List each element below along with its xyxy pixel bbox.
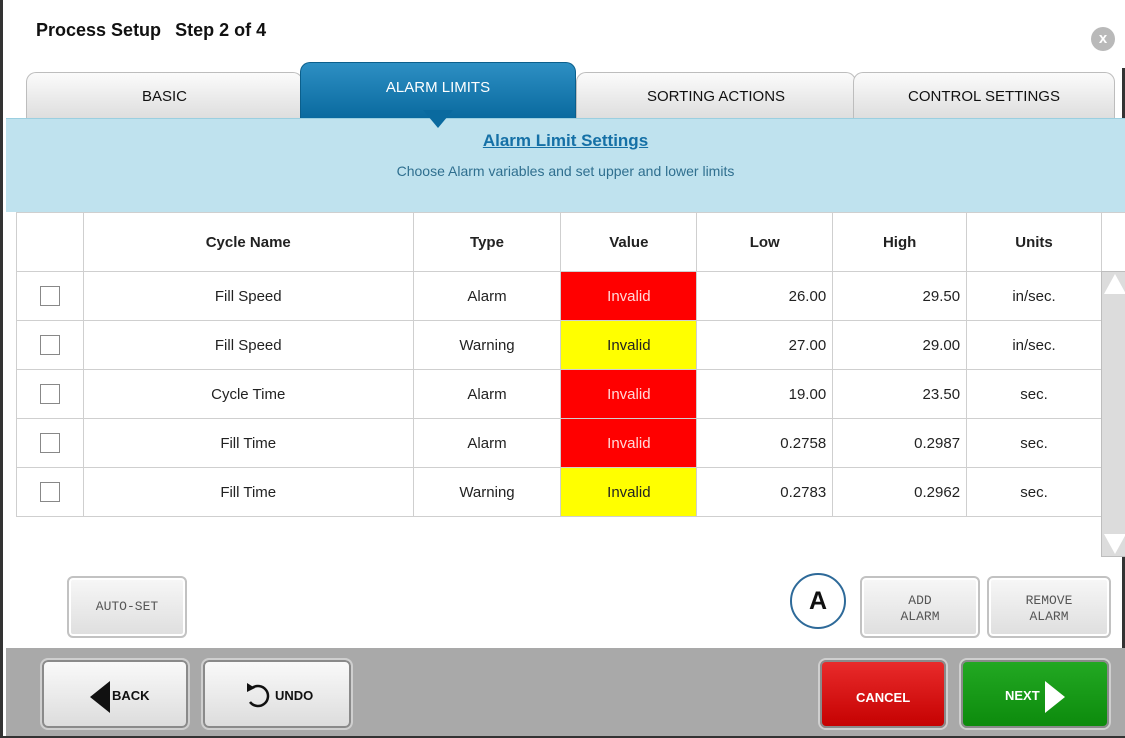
header-value: Value bbox=[560, 212, 698, 272]
type-cell[interactable]: Alarm bbox=[412, 369, 562, 419]
table-row[interactable]: Fill Time Alarm Invalid 0.2758 0.2987 se… bbox=[16, 418, 1125, 468]
undo-icon bbox=[247, 683, 270, 708]
tab-bar: BASIC ALARM LIMITS SORTING ACTIONS CONTR… bbox=[6, 62, 1125, 118]
type-cell[interactable]: Alarm bbox=[412, 271, 562, 321]
low-cell[interactable]: 27.00 bbox=[696, 320, 834, 370]
row-checkbox[interactable] bbox=[39, 286, 60, 306]
table-header-row: Cycle Name Type Value Low High Units bbox=[16, 212, 1125, 272]
table-row[interactable]: Cycle Time Alarm Invalid 19.00 23.50 sec… bbox=[16, 369, 1125, 419]
value-cell: Invalid bbox=[560, 271, 698, 321]
cancel-label: CANCEL bbox=[856, 690, 911, 705]
auto-set-button[interactable]: AUTO-SET bbox=[67, 576, 187, 638]
tab-basic[interactable]: BASIC bbox=[26, 72, 303, 118]
header-cycle-name: Cycle Name bbox=[82, 212, 414, 272]
remove-alarm-label-line2: ALARM bbox=[1029, 609, 1069, 624]
row-select-cell bbox=[16, 369, 84, 419]
cancel-button[interactable]: CANCEL bbox=[818, 658, 948, 730]
units-cell[interactable]: in/sec. bbox=[966, 271, 1102, 321]
window-title: Process Setup Step 2 of 4 bbox=[36, 20, 266, 41]
step-indicator: Step 2 of 4 bbox=[175, 20, 267, 40]
low-cell[interactable]: 19.00 bbox=[696, 369, 834, 419]
value-cell: Invalid bbox=[560, 320, 698, 370]
back-arrow-icon bbox=[90, 681, 110, 713]
section-subtitle: Choose Alarm variables and set upper and… bbox=[396, 163, 735, 179]
add-alarm-label-line1: ADD bbox=[908, 593, 932, 608]
row-checkbox[interactable] bbox=[39, 335, 60, 355]
high-cell[interactable]: 29.50 bbox=[832, 271, 968, 321]
cycle-name-cell[interactable]: Fill Time bbox=[82, 467, 414, 517]
high-cell[interactable]: 0.2962 bbox=[832, 467, 968, 517]
row-select-cell bbox=[16, 418, 84, 468]
title-bar: Process Setup Step 2 of 4 x bbox=[6, 0, 1125, 68]
units-cell[interactable]: sec. bbox=[966, 467, 1102, 517]
table-scrollbar[interactable] bbox=[1101, 271, 1125, 557]
row-select-cell bbox=[16, 467, 84, 517]
header-units: Units bbox=[966, 212, 1102, 272]
table-row[interactable]: Fill Speed Alarm Invalid 26.00 29.50 in/… bbox=[16, 271, 1125, 321]
section-header: Alarm Limit Settings Choose Alarm variab… bbox=[6, 118, 1125, 212]
low-cell[interactable]: 0.2783 bbox=[696, 467, 834, 517]
header-type: Type bbox=[412, 212, 562, 272]
section-title: Alarm Limit Settings bbox=[482, 131, 649, 150]
close-icon[interactable]: x bbox=[1091, 27, 1115, 51]
remove-alarm-label-line1: REMOVE bbox=[1025, 593, 1073, 608]
high-cell[interactable]: 0.2987 bbox=[832, 418, 968, 468]
units-cell[interactable]: in/sec. bbox=[966, 320, 1102, 370]
high-cell[interactable]: 23.50 bbox=[832, 369, 968, 419]
active-tab-pointer bbox=[423, 110, 453, 128]
cycle-name-cell[interactable]: Fill Time bbox=[82, 418, 414, 468]
row-checkbox[interactable] bbox=[39, 384, 60, 404]
alarm-table: Cycle Name Type Value Low High Units Fil… bbox=[16, 212, 1125, 517]
add-alarm-button[interactable]: ADD ALARM bbox=[860, 576, 980, 638]
undo-button[interactable]: UNDO bbox=[201, 658, 353, 730]
header-high: High bbox=[832, 212, 968, 272]
footer-bar: BACK UNDO CANCEL NEXT bbox=[6, 648, 1125, 736]
value-cell: Invalid bbox=[560, 467, 698, 517]
add-alarm-label-line2: ALARM bbox=[900, 609, 940, 624]
title-text: Process Setup bbox=[36, 20, 162, 40]
table-row[interactable]: Fill Speed Warning Invalid 27.00 29.00 i… bbox=[16, 320, 1125, 370]
next-label: NEXT bbox=[1005, 688, 1040, 703]
callout-marker-a: A bbox=[790, 573, 846, 629]
process-setup-window: Process Setup Step 2 of 4 x BASIC ALARM L… bbox=[0, 0, 1125, 738]
cycle-name-cell[interactable]: Fill Speed bbox=[82, 271, 414, 321]
type-cell[interactable]: Warning bbox=[412, 467, 562, 517]
cycle-name-cell[interactable]: Fill Speed bbox=[82, 320, 414, 370]
header-scroll-spacer bbox=[1100, 212, 1125, 272]
cycle-name-cell[interactable]: Cycle Time bbox=[82, 369, 414, 419]
next-arrow-icon bbox=[1045, 681, 1065, 713]
units-cell[interactable]: sec. bbox=[966, 418, 1102, 468]
tab-sorting-actions[interactable]: SORTING ACTIONS bbox=[576, 72, 856, 118]
scroll-down-icon[interactable] bbox=[1104, 534, 1125, 554]
units-cell[interactable]: sec. bbox=[966, 369, 1102, 419]
table-row[interactable]: Fill Time Warning Invalid 0.2783 0.2962 … bbox=[16, 467, 1125, 517]
value-cell: Invalid bbox=[560, 418, 698, 468]
back-label: BACK bbox=[112, 688, 150, 703]
header-low: Low bbox=[696, 212, 834, 272]
tab-control-settings[interactable]: CONTROL SETTINGS bbox=[853, 72, 1115, 118]
low-cell[interactable]: 26.00 bbox=[696, 271, 834, 321]
row-select-cell bbox=[16, 320, 84, 370]
undo-label: UNDO bbox=[275, 688, 314, 703]
type-cell[interactable]: Alarm bbox=[412, 418, 562, 468]
header-select bbox=[16, 212, 84, 272]
row-checkbox[interactable] bbox=[39, 433, 60, 453]
remove-alarm-button[interactable]: REMOVE ALARM bbox=[987, 576, 1111, 638]
low-cell[interactable]: 0.2758 bbox=[696, 418, 834, 468]
row-select-cell bbox=[16, 271, 84, 321]
row-checkbox[interactable] bbox=[39, 482, 60, 502]
value-cell: Invalid bbox=[560, 369, 698, 419]
type-cell[interactable]: Warning bbox=[412, 320, 562, 370]
next-button[interactable]: NEXT bbox=[959, 658, 1111, 730]
back-button[interactable]: BACK bbox=[40, 658, 190, 730]
high-cell[interactable]: 29.00 bbox=[832, 320, 968, 370]
scroll-up-icon[interactable] bbox=[1104, 274, 1125, 294]
